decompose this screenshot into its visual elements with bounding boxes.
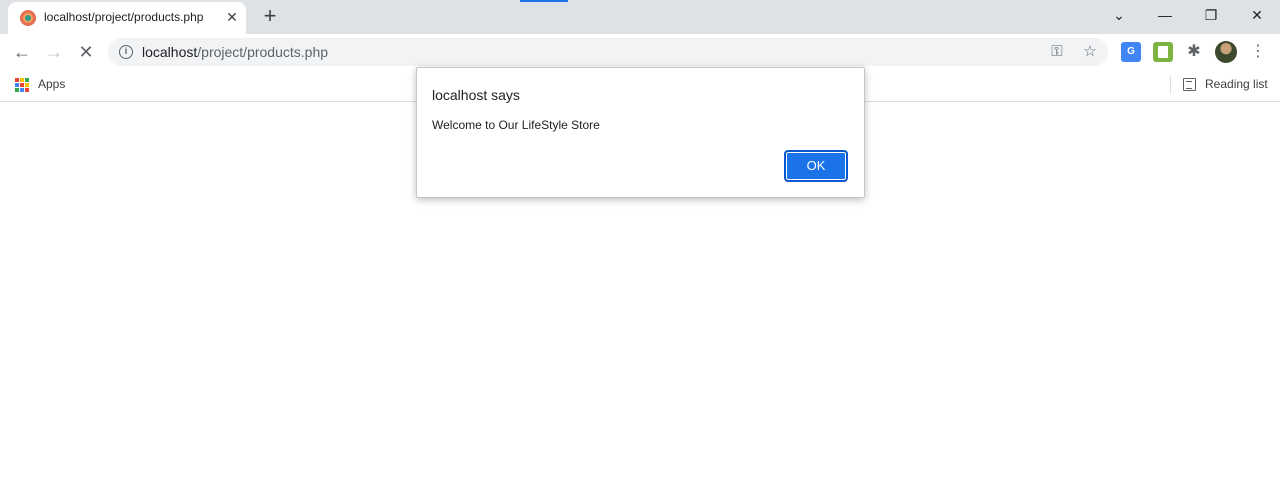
browser-toolbar: ← → ✕ i localhost/project/products.php ⚿… — [0, 34, 1280, 70]
apps-grid-dot — [15, 83, 19, 87]
apps-grid-dot — [20, 88, 24, 92]
active-tab[interactable]: localhost/project/products.php ✕ — [8, 2, 246, 34]
browser-menu-icon[interactable]: ⋮ — [1248, 42, 1268, 62]
extensions-puzzle-icon[interactable]: ✱ — [1184, 42, 1204, 62]
new-tab-button[interactable]: + — [258, 5, 282, 28]
alert-title: localhost says — [432, 87, 520, 103]
reading-list-label[interactable]: Reading list — [1205, 77, 1268, 91]
url-text[interactable]: localhost/project/products.php — [142, 44, 328, 60]
apps-grid-dot — [15, 78, 19, 82]
minimize-button[interactable]: — — [1151, 4, 1179, 26]
apps-grid-dot — [25, 83, 29, 87]
reading-list-icon[interactable] — [1183, 78, 1196, 91]
alert-dialog: localhost says Welcome to Our LifeStyle … — [416, 67, 865, 198]
apps-grid-dot — [25, 78, 29, 82]
apps-grid-dot — [20, 78, 24, 82]
profile-avatar[interactable] — [1215, 41, 1237, 63]
ok-button[interactable]: OK — [784, 150, 848, 182]
loading-indicator — [520, 0, 568, 2]
green-extension-icon[interactable] — [1153, 42, 1173, 62]
key-icon[interactable]: ⚿ — [1048, 43, 1066, 61]
apps-bookmark-label[interactable]: Apps — [38, 77, 65, 91]
tab-search-icon[interactable]: ⌄ — [1105, 4, 1133, 26]
bookmarks-divider — [1170, 76, 1171, 94]
window-close-button[interactable]: ✕ — [1243, 4, 1271, 26]
forward-button[interactable]: → — [42, 40, 66, 64]
back-button[interactable]: ← — [10, 40, 34, 64]
apps-grid-dot — [15, 88, 19, 92]
tab-title: localhost/project/products.php — [44, 10, 204, 24]
translate-extension-icon[interactable]: G — [1121, 42, 1141, 62]
tab-strip: localhost/project/products.php ✕ + ⌄ — ❐… — [0, 0, 1280, 34]
restore-button[interactable]: ❐ — [1197, 4, 1225, 26]
apps-grid-dot — [20, 83, 24, 87]
close-tab-icon[interactable]: ✕ — [224, 9, 240, 25]
bookmark-star-icon[interactable]: ☆ — [1081, 43, 1099, 61]
apps-grid-icon[interactable] — [15, 78, 29, 92]
alert-message: Welcome to Our LifeStyle Store — [432, 118, 600, 132]
url-host: localhost — [142, 44, 198, 60]
address-bar[interactable]: i localhost/project/products.php ⚿ ☆ — [108, 38, 1108, 66]
url-path: /project/products.php — [197, 44, 329, 60]
site-info-icon[interactable]: i — [119, 45, 133, 59]
site-favicon-icon — [20, 10, 36, 26]
stop-loading-button[interactable]: ✕ — [74, 40, 98, 64]
apps-grid-dot — [25, 88, 29, 92]
